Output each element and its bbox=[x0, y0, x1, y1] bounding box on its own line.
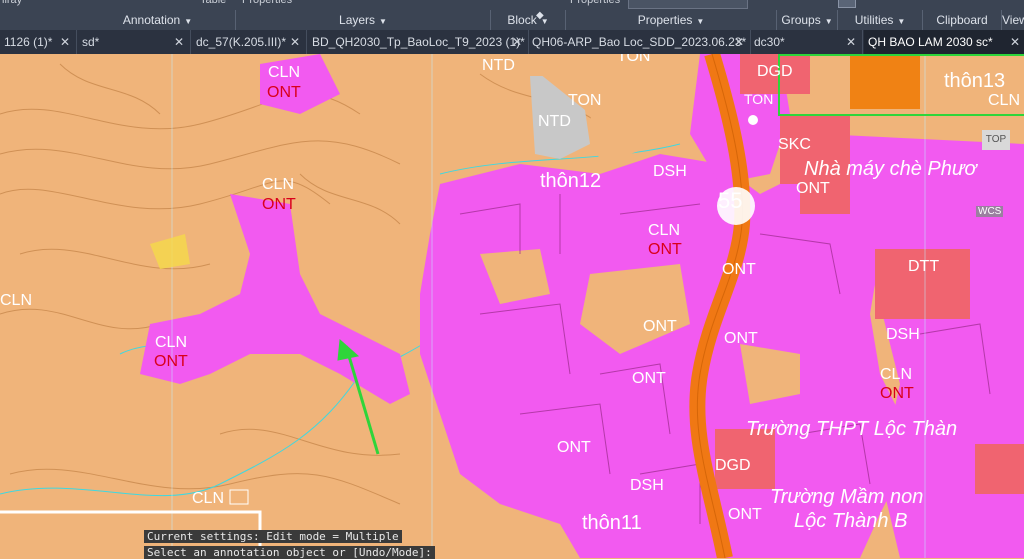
close-icon[interactable]: ✕ bbox=[290, 30, 300, 54]
tab-label: QH06-ARP_Bao Loc_SDD_2023.06.23* bbox=[532, 35, 747, 49]
groups-icon[interactable] bbox=[838, 0, 856, 8]
label-ont: ONT bbox=[728, 506, 762, 523]
tab-1126[interactable]: 1126 (1)* ✕ bbox=[0, 30, 77, 54]
ribbon-fragment[interactable]: ilray bbox=[2, 0, 22, 8]
close-icon[interactable]: ✕ bbox=[60, 30, 70, 54]
panel-groups[interactable]: Groups ▼ bbox=[777, 10, 838, 30]
label-cln: CLN bbox=[648, 222, 681, 239]
tab-qh-bao-lam[interactable]: QH BAO LAM 2030 sc* ✕ bbox=[864, 30, 1024, 54]
dropdown-arrow-icon[interactable]: ◆ bbox=[536, 10, 544, 21]
caret-down-icon: ▼ bbox=[184, 17, 193, 26]
panel-layers[interactable]: Layers ▼ bbox=[236, 10, 491, 30]
map-drawing bbox=[0, 54, 1024, 558]
panel-utilities[interactable]: Utilities ▼ bbox=[838, 10, 923, 30]
caret-down-icon: ▼ bbox=[897, 17, 906, 26]
label-ont: ONT bbox=[880, 385, 914, 402]
label-dgd: DGD bbox=[757, 63, 793, 80]
tab-label: dc30* bbox=[754, 35, 785, 49]
tab-label: QH BAO LAM 2030 sc* bbox=[868, 35, 993, 49]
label-ont: ONT bbox=[267, 84, 301, 101]
wcs-badge[interactable]: WCS bbox=[976, 206, 1004, 217]
label-ont: ONT bbox=[154, 353, 188, 370]
label-dsh: DSH bbox=[630, 477, 664, 494]
panel-view[interactable]: View bbox=[1002, 10, 1024, 30]
close-icon[interactable]: ✕ bbox=[846, 30, 856, 54]
label-kindergarten: Trường Mầm non bbox=[770, 486, 924, 508]
label-ont: ONT bbox=[724, 330, 758, 347]
drawing-canvas[interactable]: CLN ONT NTD TON NTD TON DGD TON thôn13 C… bbox=[0, 54, 1024, 558]
label-dsh: DSH bbox=[653, 163, 687, 180]
close-icon[interactable]: ✕ bbox=[174, 30, 184, 54]
label-village: thôn13 bbox=[944, 70, 1006, 92]
label-dtt: DTT bbox=[908, 258, 940, 275]
label-village: thôn12 bbox=[540, 170, 602, 192]
label-ton: TON bbox=[744, 91, 774, 107]
label-cln: CLN bbox=[155, 334, 188, 351]
tab-label: 1126 (1)* bbox=[4, 35, 53, 49]
label-village: thôn11 bbox=[582, 512, 642, 534]
label-route: 55 bbox=[718, 188, 743, 213]
tab-label: dc_57(K.205.III)* bbox=[196, 35, 287, 49]
tab-label: BD_QH2030_Tp_BaoLoc_T9_2023 (1)* bbox=[312, 35, 525, 49]
label-cln: CLN bbox=[0, 292, 33, 309]
panel-properties[interactable]: Properties ▼ bbox=[566, 10, 777, 30]
label-cln: CLN bbox=[988, 92, 1021, 109]
label-ton: TON bbox=[568, 92, 602, 109]
label-cln: CLN bbox=[262, 176, 295, 193]
panel-label: Annotation bbox=[122, 13, 181, 27]
label-ont: ONT bbox=[648, 241, 682, 258]
panel-block[interactable]: Block ▼ bbox=[491, 10, 566, 30]
tab-bd-qh2030[interactable]: BD_QH2030_Tp_BaoLoc_T9_2023 (1)* ✕ bbox=[308, 30, 529, 54]
label-ont: ONT bbox=[722, 261, 756, 278]
viewcube-top[interactable]: TOP bbox=[982, 130, 1010, 150]
panel-label: Layers bbox=[339, 13, 376, 27]
label-dgd: DGD bbox=[715, 457, 751, 474]
ribbon-fragment[interactable]: Table bbox=[200, 0, 226, 8]
document-tabs: 1126 (1)* ✕ sd* ✕ dc_57(K.205.III)* ✕ BD_QH… bbox=[0, 30, 1024, 54]
tab-dc57[interactable]: dc_57(K.205.III)* ✕ bbox=[192, 30, 307, 54]
panel-label: Properties bbox=[637, 13, 693, 27]
label-cln: CLN bbox=[268, 64, 301, 81]
close-icon[interactable]: ✕ bbox=[734, 30, 744, 54]
ribbon-fragment[interactable]: Properties bbox=[242, 0, 292, 8]
ribbon: ilray Table Properties Properties Annota… bbox=[0, 0, 1024, 30]
label-ont: ONT bbox=[796, 180, 830, 197]
panel-label: Block bbox=[507, 13, 537, 27]
caret-down-icon: ▼ bbox=[379, 17, 387, 26]
tab-qh06[interactable]: QH06-ARP_Bao Loc_SDD_2023.06.23* ✕ bbox=[528, 30, 751, 54]
label-skc: SKC bbox=[778, 136, 811, 153]
label-ton: TON bbox=[617, 54, 651, 65]
label-dsh: DSH bbox=[886, 326, 920, 343]
panel-label: View bbox=[1002, 13, 1024, 27]
label-ntd: NTD bbox=[538, 113, 571, 130]
label-ont: ONT bbox=[643, 318, 677, 335]
panel-label: Clipboard bbox=[936, 13, 988, 27]
label-ont: ONT bbox=[262, 196, 296, 213]
label-kindergarten-b: Lộc Thành B bbox=[794, 510, 908, 532]
label-ont: ONT bbox=[557, 439, 591, 456]
tab-label: sd* bbox=[82, 35, 100, 49]
label-ont: ONT bbox=[632, 370, 666, 387]
command-history: Current settings: Edit mode = Multiple bbox=[144, 530, 402, 543]
property-combo[interactable] bbox=[628, 0, 748, 9]
label-tea-factory: Nhà máy chè Phươ bbox=[804, 158, 977, 180]
panel-clipboard[interactable]: Clipboard bbox=[923, 10, 1002, 30]
tab-sd[interactable]: sd* ✕ bbox=[78, 30, 191, 54]
panel-annotation[interactable]: Annotation ▼ bbox=[80, 10, 236, 30]
label-cln: CLN bbox=[192, 490, 225, 507]
caret-down-icon: ▼ bbox=[824, 17, 833, 26]
close-icon[interactable]: ✕ bbox=[512, 30, 522, 54]
label-cln: CLN bbox=[880, 366, 913, 383]
label-ntd: NTD bbox=[482, 57, 515, 74]
tab-dc30[interactable]: dc30* ✕ bbox=[750, 30, 863, 54]
ribbon-fragment[interactable]: Properties bbox=[570, 0, 620, 8]
panel-label: Groups bbox=[781, 13, 821, 27]
label-high-school: Trường THPT Lộc Thàn bbox=[746, 418, 958, 440]
close-icon[interactable]: ✕ bbox=[1010, 30, 1020, 54]
caret-down-icon: ▼ bbox=[696, 17, 705, 26]
panel-label: Utilities bbox=[854, 13, 894, 27]
command-prompt[interactable]: Select an annotation object or [Undo/Mod… bbox=[144, 546, 435, 559]
